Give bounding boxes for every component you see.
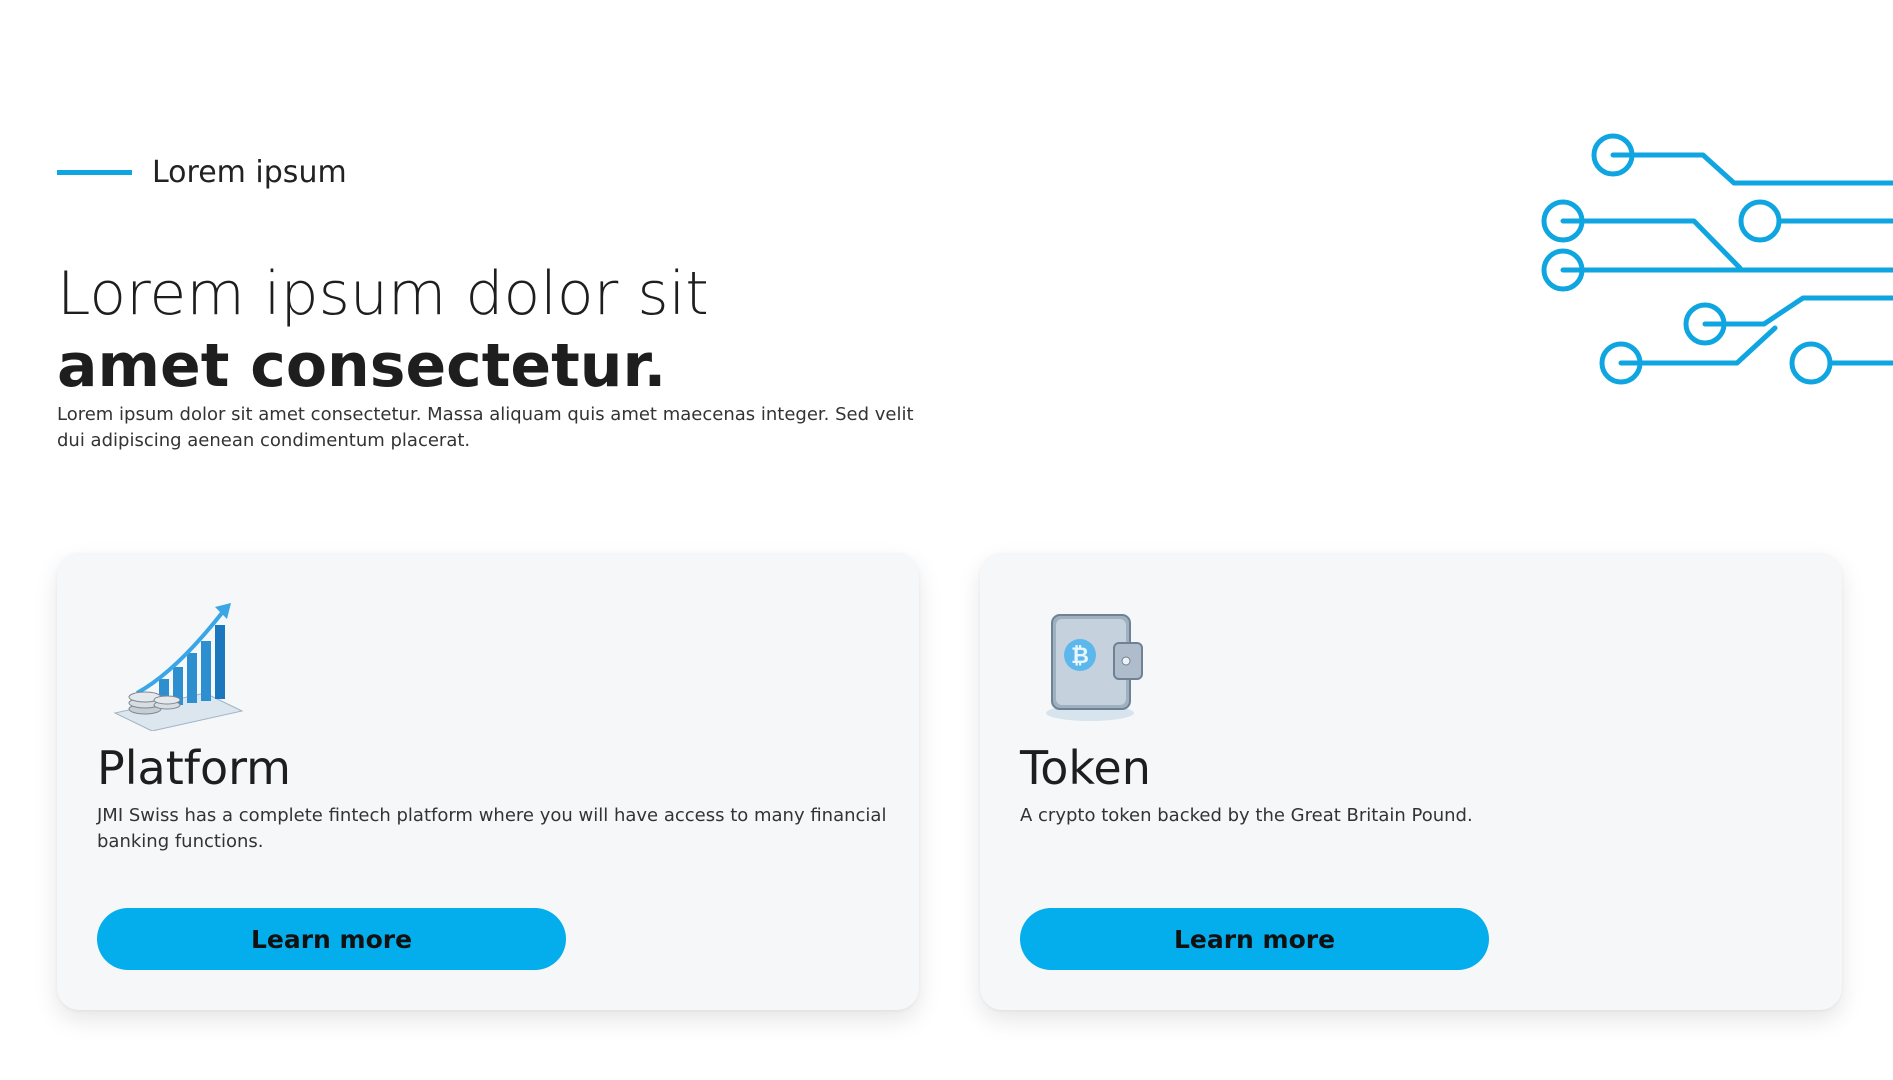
token-card: ₿ Token A crypto token backed by the Gre… (980, 553, 1842, 1010)
platform-card: Platform JMI Swiss has a complete fintec… (57, 553, 919, 1010)
token-learn-more-button[interactable]: Learn more (1020, 908, 1489, 970)
growth-chart-coins-icon (113, 603, 244, 731)
bitcoin-wallet-icon: ₿ (1046, 614, 1143, 721)
eyebrow-label: Lorem ipsum (152, 154, 347, 190)
headline-bold: amet consectetur. (57, 331, 667, 401)
card-description: JMI Swiss has a complete fintech platfor… (97, 805, 887, 852)
card-description: A crypto token backed by the Great Brita… (1020, 805, 1473, 826)
platform-learn-more-button[interactable]: Learn more (97, 908, 566, 970)
svg-text:₿: ₿ (1071, 644, 1089, 669)
card-title: Platform (97, 741, 291, 795)
intro-paragraph: Lorem ipsum dolor sit amet consectetur. … (57, 404, 914, 451)
eyebrow-accent-line (57, 169, 132, 175)
card-title: Token (1020, 741, 1151, 795)
section-eyebrow: Lorem ipsum (57, 150, 347, 194)
page-title: Lorem ipsum dolor sit amet consectetur. (57, 258, 709, 402)
headline-light: Lorem ipsum dolor sit (57, 259, 709, 329)
circuit-decoration-icon (1541, 133, 1893, 385)
